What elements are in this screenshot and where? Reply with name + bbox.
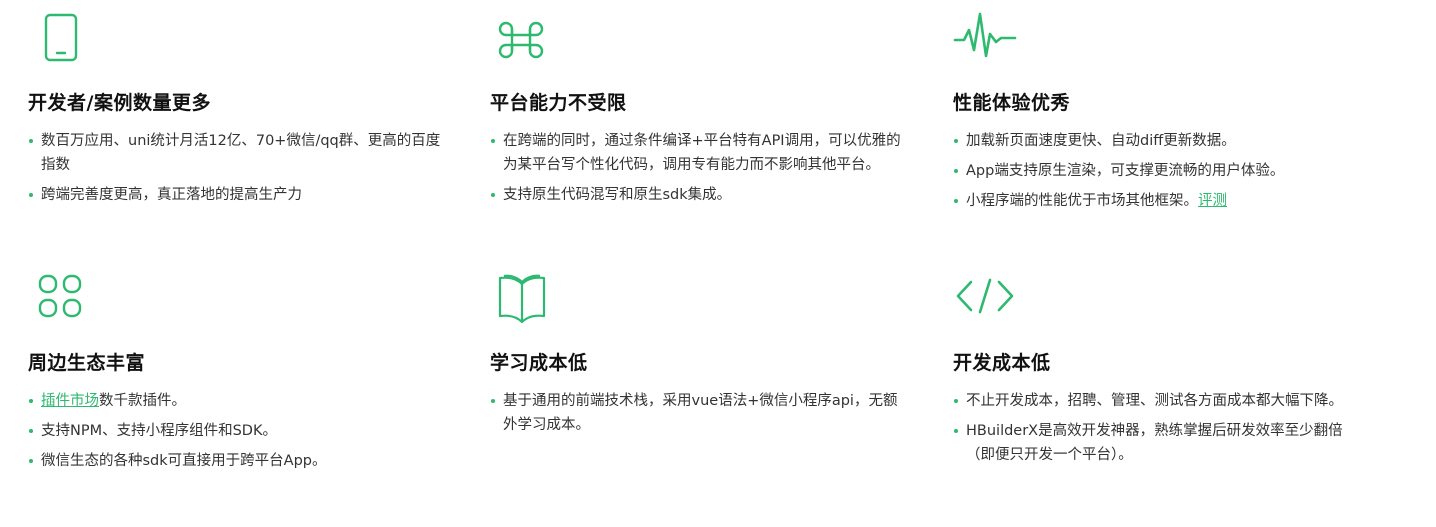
feature-points: 不止开发成本，招聘、管理、测试各方面成本都大幅下降。 HBuilderX是高效开…: [953, 389, 1363, 473]
list-item: 基于通用的前端技术栈，采用vue语法+微信小程序api，无额外学习成本。: [490, 389, 900, 437]
feature-card-performance: 性能体验优秀 加载新页面速度更快、自动diff更新数据。 App端支持原生渲染，…: [953, 12, 1373, 209]
list-item: 插件市场数千款插件。: [28, 389, 448, 413]
feature-card-developers: 开发者/案例数量更多 数百万应用、uni统计月活12亿、70+微信/qq群、更高…: [28, 12, 448, 203]
tablet-icon: [28, 12, 92, 68]
benchmark-link[interactable]: 评测: [1198, 193, 1227, 209]
feature-points: 数百万应用、uni统计月活12亿、70+微信/qq群、更高的百度指数 跨端完善度…: [28, 129, 443, 213]
feature-card-ecosystem: 周边生态丰富 插件市场数千款插件。 支持NPM、支持小程序组件和SDK。 微信生…: [28, 272, 448, 469]
list-item-text: App端支持原生渲染，可支撑更流畅的用户体验。: [966, 163, 1285, 179]
feature-points: 基于通用的前端技术栈，采用vue语法+微信小程序api，无额外学习成本。: [490, 389, 900, 443]
list-item-text: 微信生态的各种sdk可直接用于跨平台App。: [41, 453, 327, 469]
list-item-text: 支持NPM、支持小程序组件和SDK。: [41, 423, 277, 439]
list-item: 支持原生代码混写和原生sdk集成。: [490, 183, 908, 207]
feature-card-platform: 平台能力不受限 在跨端的同时，通过条件编译+平台特有API调用，可以优雅的为某平…: [490, 12, 910, 203]
list-item-text: 在跨端的同时，通过条件编译+平台特有API调用，可以优雅的为某平台写个性化代码，…: [503, 133, 901, 173]
feature-card-learning: 学习成本低 基于通用的前端技术栈，采用vue语法+微信小程序api，无额外学习成…: [490, 272, 910, 433]
feature-title: 平台能力不受限: [490, 92, 627, 114]
list-item-text: 加载新页面速度更快、自动diff更新数据。: [966, 133, 1236, 149]
list-item: 微信生态的各种sdk可直接用于跨平台App。: [28, 449, 448, 473]
list-item: 加载新页面速度更快、自动diff更新数据。: [953, 129, 1373, 153]
feature-title: 学习成本低: [490, 352, 588, 374]
list-item-text: 小程序端的性能优于市场其他框架。: [966, 193, 1198, 209]
list-item-text: 数百万应用、uni统计月活12亿、70+微信/qq群、更高的百度指数: [41, 133, 441, 173]
command-icon: [490, 12, 554, 68]
feature-title: 开发成本低: [953, 352, 1051, 374]
feature-points: 在跨端的同时，通过条件编译+平台特有API调用，可以优雅的为某平台写个性化代码，…: [490, 129, 908, 213]
feature-title: 开发者/案例数量更多: [28, 92, 211, 114]
list-item-text: 跨端完善度更高，真正落地的提高生产力: [41, 187, 302, 203]
list-item-text: 支持原生代码混写和原生sdk集成。: [503, 187, 732, 203]
grid-icon: [28, 272, 92, 328]
list-item: 小程序端的性能优于市场其他框架。评测: [953, 189, 1373, 213]
list-item: 在跨端的同时，通过条件编译+平台特有API调用，可以优雅的为某平台写个性化代码，…: [490, 129, 908, 177]
list-item-text: 基于通用的前端技术栈，采用vue语法+微信小程序api，无额外学习成本。: [503, 393, 898, 433]
list-item: 不止开发成本，招聘、管理、测试各方面成本都大幅下降。: [953, 389, 1363, 413]
list-item: HBuilderX是高效开发神器，熟练掌握后研发效率至少翻倍（即便只开发一个平台…: [953, 419, 1363, 467]
list-item: App端支持原生渲染，可支撑更流畅的用户体验。: [953, 159, 1373, 183]
plugin-market-link[interactable]: 插件市场: [41, 393, 99, 409]
list-item-text: HBuilderX是高效开发神器，熟练掌握后研发效率至少翻倍（即便只开发一个平台…: [966, 423, 1343, 463]
book-icon: [490, 272, 554, 328]
feature-points: 插件市场数千款插件。 支持NPM、支持小程序组件和SDK。 微信生态的各种sdk…: [28, 389, 448, 479]
feature-title: 周边生态丰富: [28, 352, 146, 374]
list-item-text: 数千款插件。: [99, 393, 186, 409]
list-item-text: 不止开发成本，招聘、管理、测试各方面成本都大幅下降。: [966, 393, 1343, 409]
code-icon: [953, 272, 1017, 328]
list-item: 支持NPM、支持小程序组件和SDK。: [28, 419, 448, 443]
list-item: 跨端完善度更高，真正落地的提高生产力: [28, 183, 443, 207]
list-item: 数百万应用、uni统计月活12亿、70+微信/qq群、更高的百度指数: [28, 129, 443, 177]
pulse-icon: [953, 12, 1017, 68]
feature-title: 性能体验优秀: [953, 92, 1071, 114]
feature-card-dev-cost: 开发成本低 不止开发成本，招聘、管理、测试各方面成本都大幅下降。 HBuilde…: [953, 272, 1373, 463]
feature-points: 加载新页面速度更快、自动diff更新数据。 App端支持原生渲染，可支撑更流畅的…: [953, 129, 1373, 219]
